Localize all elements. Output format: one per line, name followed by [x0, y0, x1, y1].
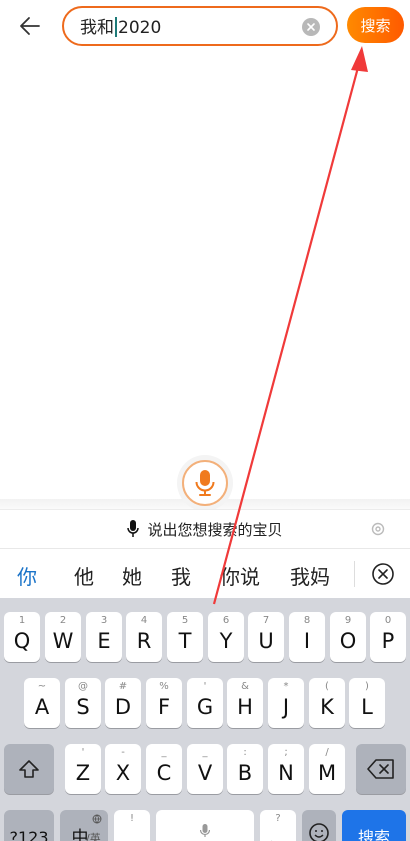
key-i[interactable]: 8I — [289, 612, 325, 662]
space-key[interactable] — [156, 810, 254, 841]
key-a[interactable]: ~ A — [24, 678, 60, 728]
text-caret — [115, 17, 117, 37]
voice-hint-text: 说出您想搜索的宝贝 — [147, 520, 283, 539]
key-d[interactable]: # D — [105, 678, 141, 728]
period-key[interactable]: ?。 — [260, 810, 296, 841]
candidate-item[interactable]: 他 — [74, 561, 94, 590]
key-l[interactable]: ) L — [349, 678, 385, 728]
key-s[interactable]: @ S — [65, 678, 101, 728]
key-h[interactable]: & H — [227, 678, 263, 728]
voice-search-panel: 说出您想搜索的宝贝 — [0, 455, 410, 548]
key-v[interactable]: _ V — [187, 744, 223, 794]
close-candidates-icon[interactable] — [370, 561, 396, 587]
back-button[interactable] — [14, 10, 46, 42]
key-z[interactable]: ' Z — [65, 744, 101, 794]
key-x[interactable]: -X — [105, 744, 141, 794]
shift-key[interactable] — [4, 744, 54, 794]
language-switch-key[interactable]: 中 /英 — [60, 810, 108, 841]
key-m[interactable]: / M — [309, 744, 345, 794]
key-j[interactable]: * J — [268, 678, 304, 728]
key-r[interactable]: 4R — [126, 612, 162, 662]
voice-hint-bar[interactable]: 说出您想搜索的宝贝 — [0, 509, 410, 548]
comma-key[interactable]: !， — [114, 810, 150, 841]
clear-input-button[interactable] — [302, 18, 320, 36]
ime-candidate-bar: 你 他 她 我 你说 我妈 — [0, 548, 410, 598]
candidate-item[interactable]: 你 — [17, 561, 37, 590]
microphone-icon — [195, 470, 215, 496]
candidate-item[interactable]: 我妈 — [290, 561, 330, 590]
key-k[interactable]: (K — [309, 678, 345, 728]
key-b[interactable]: :B — [227, 744, 263, 794]
candidate-item[interactable]: 她 — [122, 561, 142, 590]
voice-search-button[interactable] — [182, 460, 228, 506]
gear-icon[interactable] — [370, 521, 386, 537]
divider — [354, 561, 355, 587]
key-f[interactable]: % F — [146, 678, 182, 728]
search-button[interactable]: 搜索 — [347, 7, 404, 43]
key-e[interactable]: 3E — [86, 612, 122, 662]
key-y[interactable]: 6Y — [208, 612, 244, 662]
search-input[interactable]: 我和 2020 — [62, 6, 338, 46]
key-c[interactable]: _ C — [146, 744, 182, 794]
microphone-icon — [127, 520, 140, 537]
shift-icon — [19, 760, 39, 778]
numbers-key[interactable]: ?123 — [4, 810, 54, 841]
emoji-icon — [309, 823, 329, 841]
keyboard-search-key[interactable]: 搜索 — [342, 810, 406, 841]
search-query: 我和 2020 — [80, 17, 162, 38]
key-u[interactable]: 7U — [248, 612, 284, 662]
key-w[interactable]: 2W — [45, 612, 81, 662]
back-arrow-icon — [20, 17, 40, 35]
key-o[interactable]: 9O — [330, 612, 366, 662]
voice-button-backdrop — [177, 455, 233, 511]
microphone-icon — [200, 824, 210, 837]
key-p[interactable]: 0P — [370, 612, 406, 662]
key-q[interactable]: 1Q — [4, 612, 40, 662]
key-t[interactable]: 5T — [167, 612, 203, 662]
search-header: 我和 2020 搜索 — [0, 0, 410, 52]
soft-keyboard: 1Q 2W 3E 4R 5T 6Y 7U 8I 9O 0P ~ A @ S # D %… — [0, 598, 410, 841]
globe-icon — [92, 814, 102, 824]
candidate-item[interactable]: 我 — [171, 561, 191, 590]
candidate-item[interactable]: 你说 — [220, 561, 260, 590]
clear-icon — [307, 23, 315, 31]
key-g[interactable]: ' G — [187, 678, 223, 728]
backspace-key[interactable] — [356, 744, 406, 794]
emoji-key[interactable] — [302, 810, 336, 841]
key-n[interactable]: ; N — [268, 744, 304, 794]
backspace-icon — [367, 759, 394, 779]
